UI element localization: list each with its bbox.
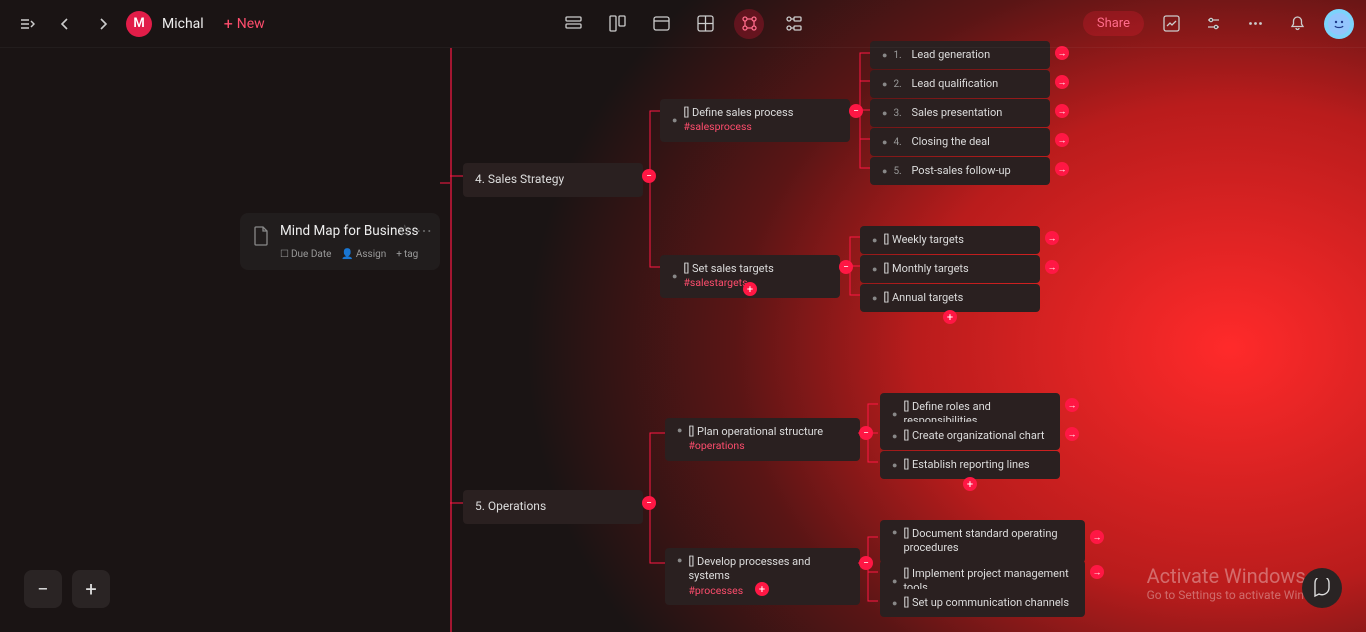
- mindmap-view-icon[interactable]: [734, 9, 764, 39]
- connector-lines: [0, 48, 1366, 632]
- new-button-label: New: [237, 16, 265, 32]
- collapse-dot[interactable]: [849, 104, 863, 118]
- help-button[interactable]: [1302, 568, 1342, 608]
- add-child-dot[interactable]: [943, 310, 957, 324]
- zoom-controls: − +: [24, 570, 110, 608]
- workspace-avatar[interactable]: M: [126, 11, 152, 37]
- settings-sliders-icon[interactable]: [1198, 9, 1228, 39]
- collapse-dot[interactable]: [642, 496, 656, 510]
- zoom-in-button[interactable]: +: [72, 570, 110, 608]
- expand-dot[interactable]: [1055, 46, 1069, 60]
- list-view-icon[interactable]: [558, 9, 588, 39]
- add-child-dot[interactable]: [755, 582, 769, 596]
- add-child-dot[interactable]: [963, 477, 977, 491]
- expand-dot[interactable]: [1065, 427, 1079, 441]
- expand-dot[interactable]: [1055, 75, 1069, 89]
- timeline-view-icon[interactable]: [778, 9, 808, 39]
- expand-dot[interactable]: [1055, 104, 1069, 118]
- mindmap-canvas[interactable]: Mind Map for Business ☆ ⋯ ☐ Due Date 👤 A…: [0, 48, 1366, 632]
- add-child-dot[interactable]: [743, 282, 757, 296]
- calendar-view-icon[interactable]: [646, 9, 676, 39]
- expand-dot[interactable]: [1090, 530, 1104, 544]
- expand-dot[interactable]: [1065, 398, 1079, 412]
- notifications-icon[interactable]: [1282, 9, 1312, 39]
- share-button[interactable]: Share: [1083, 11, 1144, 36]
- expand-dot[interactable]: [1045, 260, 1059, 274]
- board-view-icon[interactable]: [602, 9, 632, 39]
- toggle-sidebar-icon[interactable]: [12, 9, 42, 39]
- more-menu-icon[interactable]: [1240, 9, 1270, 39]
- expand-dot[interactable]: [1055, 133, 1069, 147]
- app-header: M Michal + New Share: [0, 0, 1366, 48]
- collapse-dot[interactable]: [859, 556, 873, 570]
- expand-dot[interactable]: [1090, 565, 1104, 579]
- table-view-icon[interactable]: [690, 9, 720, 39]
- expand-dot[interactable]: [1055, 162, 1069, 176]
- user-avatar[interactable]: [1324, 9, 1354, 39]
- analytics-icon[interactable]: [1156, 9, 1186, 39]
- plus-icon: +: [224, 14, 233, 33]
- new-button[interactable]: + New: [224, 14, 265, 33]
- nav-forward-icon[interactable]: [88, 9, 118, 39]
- expand-dot[interactable]: [1045, 231, 1059, 245]
- view-switcher: [558, 9, 808, 39]
- collapse-dot[interactable]: [839, 260, 853, 274]
- collapse-dot[interactable]: [859, 426, 873, 440]
- nav-back-icon[interactable]: [50, 9, 80, 39]
- workspace-name[interactable]: Michal: [162, 16, 204, 32]
- zoom-out-button[interactable]: −: [24, 570, 62, 608]
- collapse-dot[interactable]: [642, 169, 656, 183]
